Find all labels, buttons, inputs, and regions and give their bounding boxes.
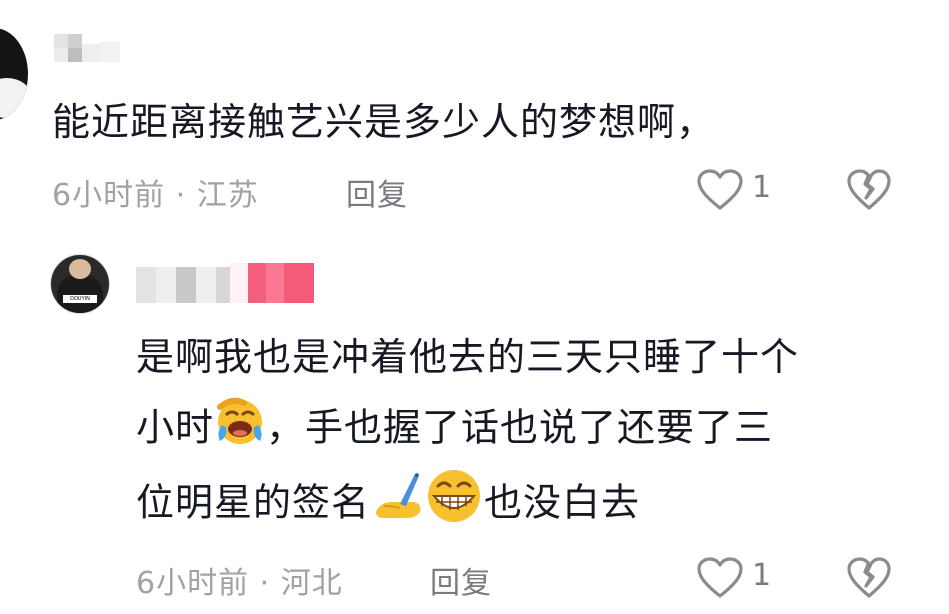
comment-time-location: 6小时前 · 江苏 — [52, 178, 259, 213]
grinning-face — [424, 466, 484, 544]
reply-text-segment: 小时 — [136, 405, 215, 450]
reply-dislike-button[interactable] — [846, 556, 892, 600]
heart-outline-icon — [697, 557, 743, 598]
reply-text-segment: ，手也握了话也说了还要了三 — [266, 405, 774, 450]
reply-like-button[interactable] — [696, 556, 744, 600]
reply-text-line-2: 小时 ，手也握了话也说了还要了三 — [136, 395, 773, 465]
dislike-button[interactable] — [846, 168, 892, 212]
username-blurred[interactable] — [54, 34, 126, 64]
reply-text-segment: 也没白去 — [484, 480, 641, 525]
reply-time-location: 6小时前 · 河北 — [136, 566, 343, 601]
broken-heart-icon — [847, 557, 891, 598]
laughing-crying-face — [214, 395, 266, 465]
reply-reply-button[interactable]: 回复 — [430, 558, 492, 602]
like-count: 1 — [752, 170, 772, 205]
reply-like-count: 1 — [752, 558, 772, 593]
reply-username-blurred[interactable] — [136, 263, 316, 305]
like-button[interactable] — [696, 168, 744, 212]
avatar[interactable] — [0, 28, 28, 120]
reply-text-segment: 位明星的签名 — [136, 480, 371, 525]
writing-hand — [370, 472, 424, 538]
comment-text: 能近距离接触艺兴是多少人的梦想啊， — [52, 100, 716, 144]
reply-text-line-3: 位明星的签名 也没白去 — [136, 466, 640, 544]
avatar-logo-text: DOUYIN — [63, 295, 97, 303]
reply-button[interactable]: 回复 — [346, 170, 408, 214]
reply-text-line-1: 是啊我也是冲着他去的三天只睡了十个 — [136, 335, 800, 379]
heart-outline-icon — [697, 169, 743, 210]
reply-avatar[interactable]: DOUYIN — [50, 254, 110, 314]
broken-heart-icon — [847, 169, 891, 210]
